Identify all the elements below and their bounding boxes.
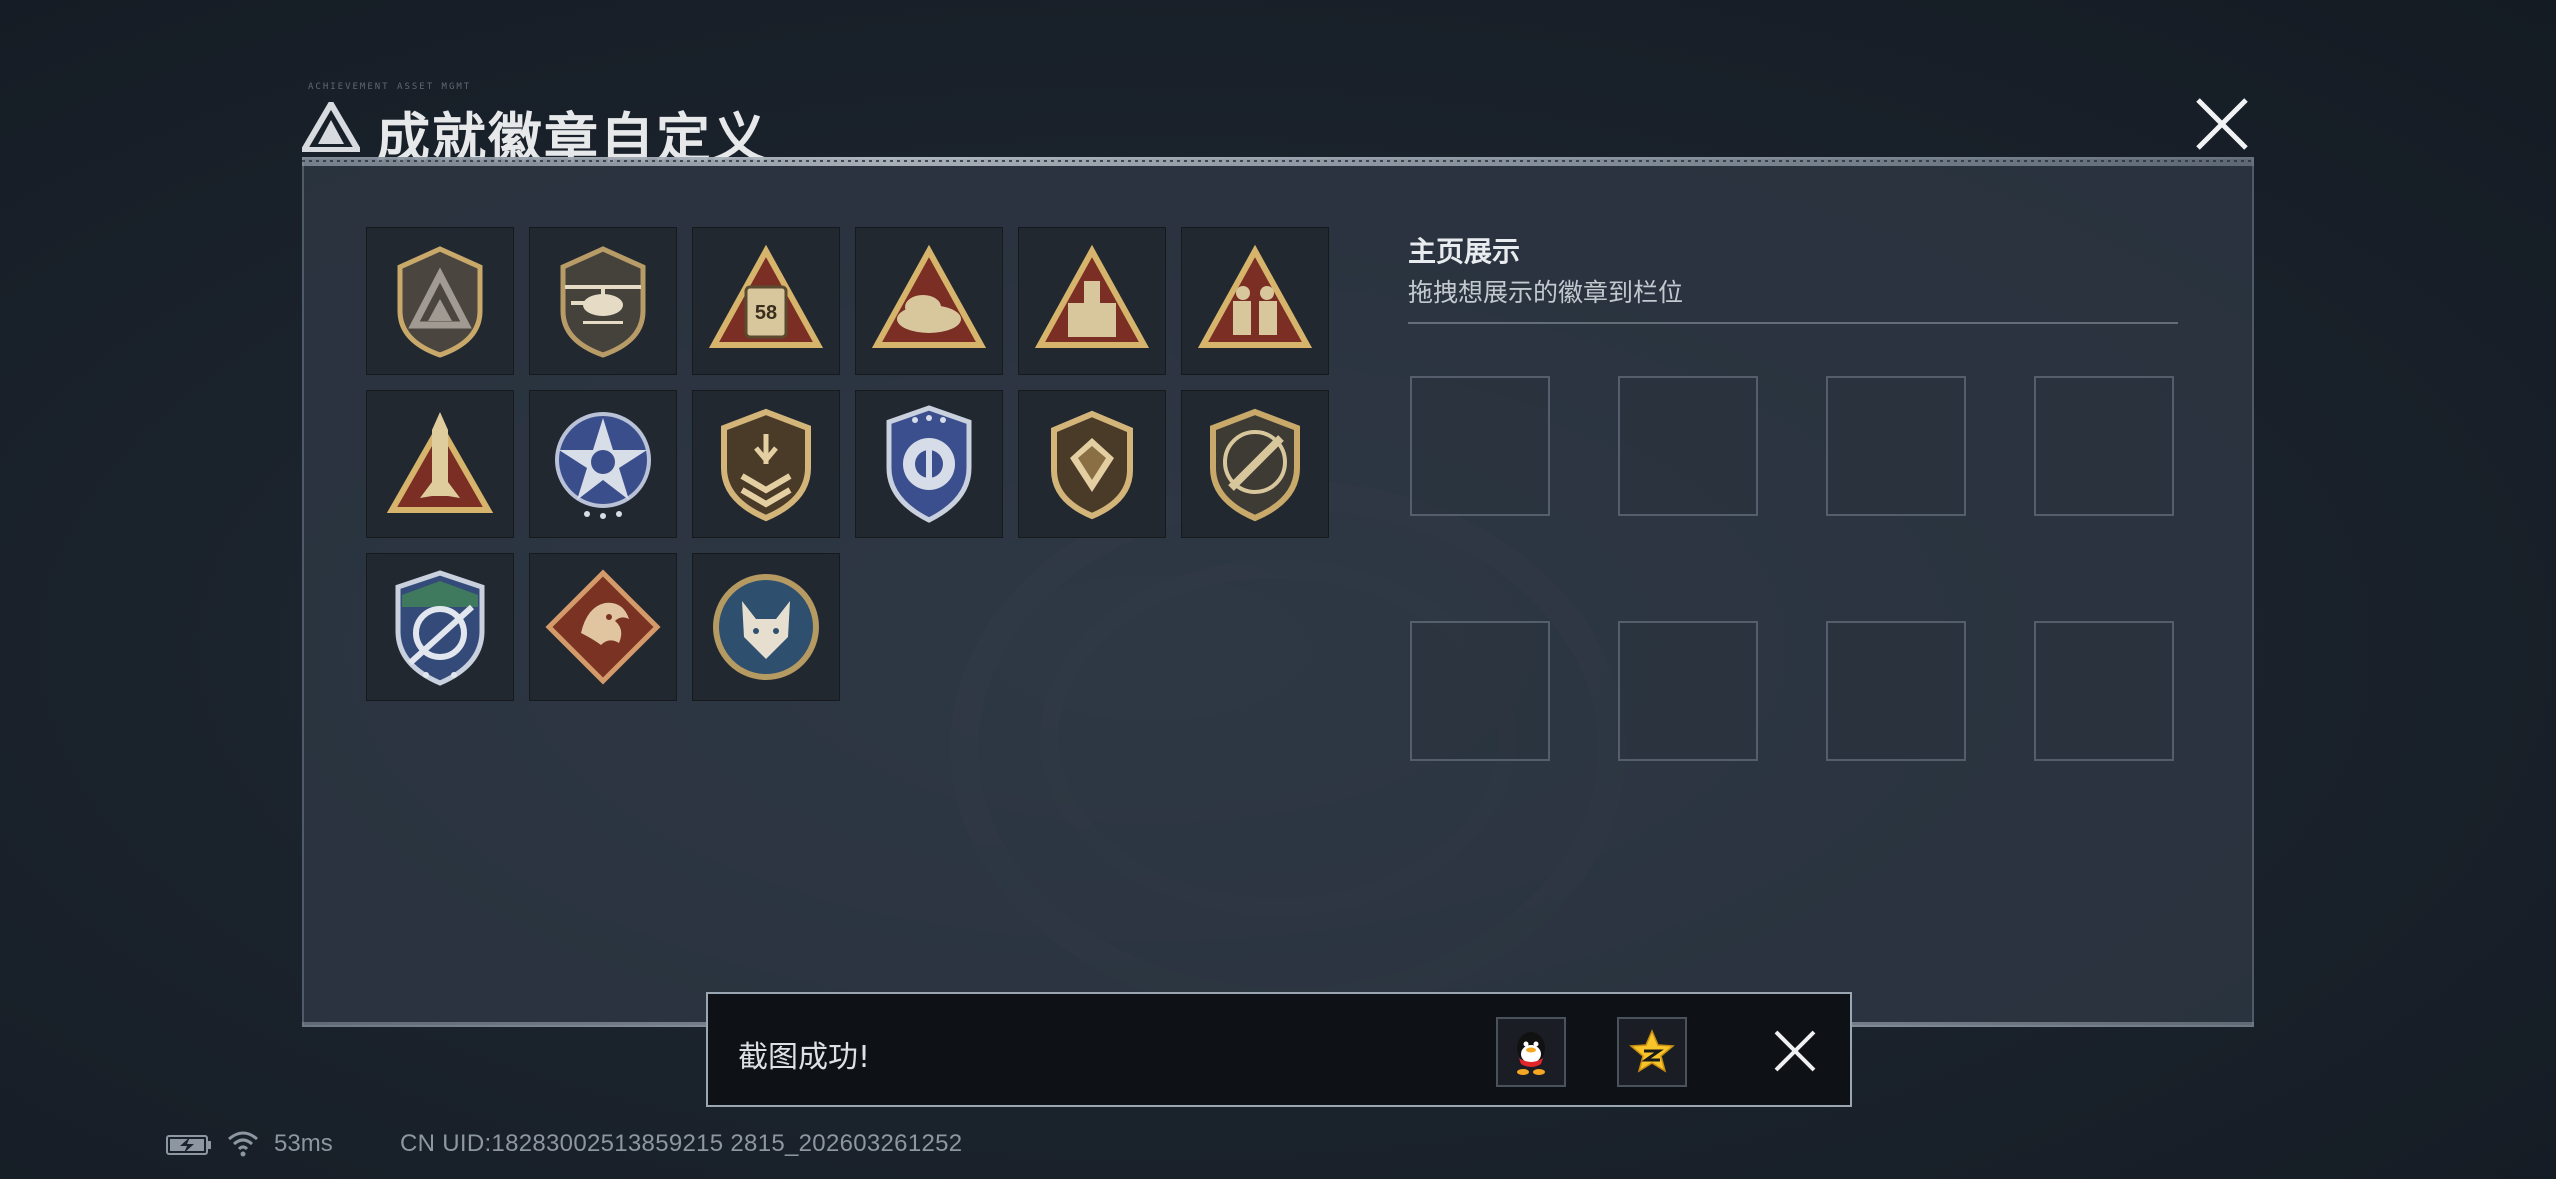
badge-star-wreath[interactable] bbox=[529, 390, 677, 538]
badge-helicopter[interactable] bbox=[529, 227, 677, 375]
showcase-slot-1[interactable] bbox=[1410, 376, 1550, 516]
badge-rifle[interactable] bbox=[1181, 390, 1329, 538]
showcase-slot-3[interactable] bbox=[1826, 376, 1966, 516]
badge-dragon[interactable] bbox=[529, 553, 677, 701]
ping-readout: 53ms bbox=[274, 1130, 333, 1157]
showcase-divider bbox=[1408, 322, 2178, 324]
crosshair-arrows-icon bbox=[395, 570, 485, 686]
badge-beret[interactable] bbox=[855, 227, 1003, 375]
battery-charging-icon bbox=[166, 1135, 211, 1155]
star-emblem-icon bbox=[555, 412, 651, 519]
showcase-slot-7[interactable] bbox=[1826, 621, 1966, 761]
badge-soldiers[interactable] bbox=[1181, 227, 1329, 375]
qq-icon bbox=[1517, 1032, 1545, 1075]
qzone-icon bbox=[1629, 1029, 1675, 1073]
badge-crate[interactable] bbox=[1018, 227, 1166, 375]
triangle-shield-icon bbox=[397, 246, 483, 358]
triangle-logo-icon bbox=[302, 102, 360, 152]
showcase-slot-6[interactable] bbox=[1618, 621, 1758, 761]
badge-rocket[interactable] bbox=[366, 390, 514, 538]
share-qzone-button[interactable] bbox=[1617, 1017, 1687, 1087]
showcase-title: 主页展示 bbox=[1408, 235, 1521, 268]
showcase-slot-2[interactable] bbox=[1618, 376, 1758, 516]
share-qq-button[interactable] bbox=[1496, 1017, 1566, 1087]
badge-triangle-shield[interactable] bbox=[366, 227, 514, 375]
helicopter-icon bbox=[560, 246, 646, 358]
showcase-slot-5[interactable] bbox=[1410, 621, 1550, 761]
diamond-gem-icon bbox=[1051, 410, 1133, 520]
header-deco-text: ACHIEVEMENT ASSET MGMT bbox=[308, 82, 472, 92]
badge-wolf[interactable] bbox=[692, 553, 840, 701]
badge-radio-58[interactable]: 58 bbox=[692, 227, 840, 375]
rank-chevrons-icon bbox=[721, 408, 811, 522]
uid-readout: CN UID:18283002513859215 2815_2026032612… bbox=[400, 1130, 963, 1157]
showcase-subtitle: 拖拽想展示的徽章到栏位 bbox=[1408, 278, 1684, 307]
badge-blue-shield[interactable] bbox=[855, 390, 1003, 538]
radio-icon: 58 bbox=[708, 244, 824, 348]
toast-message: 截图成功! bbox=[738, 1040, 871, 1075]
close-icon[interactable] bbox=[2190, 92, 2254, 156]
dragon-icon bbox=[545, 569, 661, 685]
badge-gem-shield[interactable] bbox=[1018, 390, 1166, 538]
rifle-icon bbox=[1210, 408, 1300, 522]
screenshot-toast: 截图成功! bbox=[706, 992, 1852, 1107]
wifi-icon bbox=[228, 1131, 258, 1157]
badge-crosshair[interactable] bbox=[366, 553, 514, 701]
rocket-icon bbox=[386, 412, 494, 513]
blue-shield-icon bbox=[886, 405, 972, 523]
showcase-slot-4[interactable] bbox=[2034, 376, 2174, 516]
showcase-slot-8[interactable] bbox=[2034, 621, 2174, 761]
status-bar: 53ms CN UID:18283002513859215 2815_20260… bbox=[166, 1128, 1266, 1162]
svg-text:58: 58 bbox=[755, 302, 777, 324]
supply-crate-icon bbox=[1034, 244, 1150, 348]
beret-icon bbox=[871, 244, 987, 348]
panel-top-border bbox=[302, 157, 2254, 166]
toast-close-icon[interactable] bbox=[1768, 1024, 1822, 1078]
soldiers-icon bbox=[1197, 244, 1313, 348]
badge-rank-shield[interactable] bbox=[692, 390, 840, 538]
wolf-icon bbox=[713, 574, 819, 680]
